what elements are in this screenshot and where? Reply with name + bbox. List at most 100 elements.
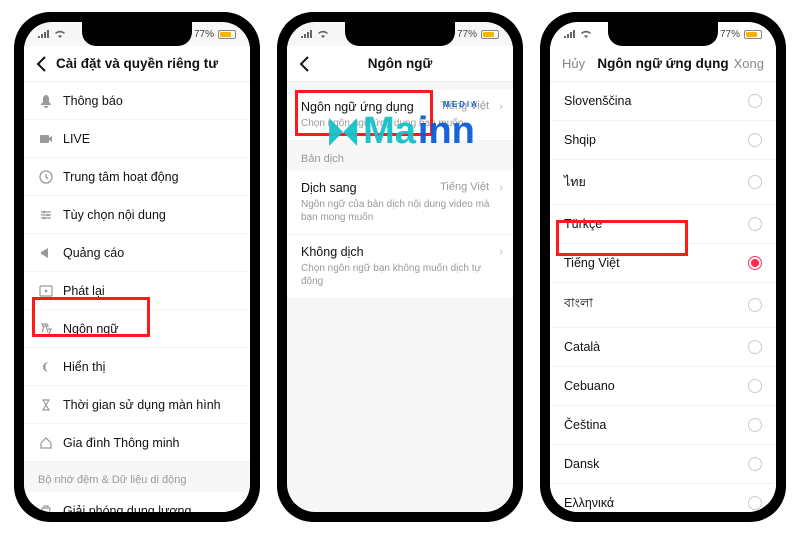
row-value: Tiếng Việt [440,100,489,112]
row-live[interactable]: LIVE [24,120,250,158]
page-title: Cài đặt và quyền riêng tư [56,56,218,71]
trash-icon [38,503,53,512]
sliders-icon [38,207,53,222]
row-desc: Chọn ngôn ngữ bạn không muốn dịch tự độn… [301,262,499,288]
chevron-right-icon: › [499,101,503,113]
screen-3: 77% Hủy Ngôn ngữ ứng dụng Xong Slovenšči… [550,22,776,512]
chevron-left-icon [299,56,309,72]
lang-name: Cebuano [564,379,615,393]
row-label: Giải phóng dung lượng [63,504,236,513]
radio-icon [748,217,762,231]
lang-option[interactable]: Türkçe [550,205,776,244]
lang-option[interactable]: Dansk [550,445,776,484]
cancel-button[interactable]: Hủy [562,56,585,71]
radio-icon [748,457,762,471]
row-label: Quảng cáo [63,246,236,260]
chevron-right-icon: › [499,246,503,258]
language-list: Slovenščina Shqip ไทย Türkçe Tiếng Việt … [550,82,776,512]
row-notifications[interactable]: Thông báo [24,82,250,120]
row-desc: Chọn ngôn ngữ ứng dụng bạn muốn [301,117,499,130]
row-label: Hiển thị [63,360,236,374]
moon-icon [38,359,53,374]
settings-list: Thông báo LIVE Trung tâm hoạt động Tùy c… [24,82,250,462]
battery-icon [218,30,236,39]
row-display[interactable]: Hiển thị [24,348,250,386]
lang-option[interactable]: Català [550,328,776,367]
row-label: Thời gian sử dụng màn hình [63,398,236,412]
row-activity-center[interactable]: Trung tâm hoạt động [24,158,250,196]
lang-option[interactable]: বাংলা [550,283,776,328]
lang-option[interactable]: Slovenščina [550,82,776,121]
signal-icon [301,30,313,39]
row-playback[interactable]: Phát lại [24,272,250,310]
header-3: Hủy Ngôn ngữ ứng dụng Xong [550,46,776,82]
section-cache-label: Bộ nhớ đệm & Dữ liệu di động [24,462,250,492]
done-button[interactable]: Xong [734,56,764,71]
section-translate-label: Bản dịch [287,141,513,171]
phone-frame-2: 77% Ngôn ngữ Ngôn ngữ ứng dụng Chọn ngôn… [277,12,523,522]
row-label: LIVE [63,132,236,146]
row-content-prefs[interactable]: Tùy chọn nội dung [24,196,250,234]
radio-icon [748,133,762,147]
lang-option[interactable]: ไทย [550,160,776,205]
lang-name: বাংলা [564,295,593,315]
row-label: Trung tâm hoạt động [63,170,236,184]
lang-name: Ελληνικά [564,496,614,510]
row-translate-to[interactable]: Dịch sang Ngôn ngữ của bản dịch nội dung… [287,171,513,235]
lang-name: Dansk [564,457,599,471]
lang-name: Shqip [564,133,596,147]
screen-2: 77% Ngôn ngữ Ngôn ngữ ứng dụng Chọn ngôn… [287,22,513,512]
row-no-translate[interactable]: Không dịch Chọn ngôn ngữ bạn không muốn … [287,235,513,299]
row-family-pairing[interactable]: Gia đình Thông minh [24,424,250,462]
lang-option[interactable]: Cebuano [550,367,776,406]
row-screen-time[interactable]: Thời gian sử dụng màn hình [24,386,250,424]
lang-name: Čeština [564,418,606,432]
lang-option[interactable]: Čeština [550,406,776,445]
lang-name: Slovenščina [564,94,631,108]
lang-name: Türkçe [564,217,602,231]
page-title: Ngôn ngữ [368,56,433,71]
wifi-icon [317,30,329,39]
radio-icon [748,94,762,108]
wifi-icon [580,30,592,39]
lang-option-selected[interactable]: Tiếng Việt [550,244,776,283]
page-title: Ngôn ngữ ứng dụng [597,56,728,71]
row-free-space[interactable]: Giải phóng dung lượng [24,492,250,512]
signal-icon [564,30,576,39]
video-icon [38,131,53,146]
screen-1: 77% Cài đặt và quyền riêng tư Thông báo … [24,22,250,512]
row-desc: Ngôn ngữ của bản dịch nội dung video mà … [301,198,499,224]
row-language[interactable]: Ngôn ngữ [24,310,250,348]
phone-frame-3: 77% Hủy Ngôn ngữ ứng dụng Xong Slovenšči… [540,12,786,522]
radio-icon [748,340,762,354]
row-value: Tiếng Việt [440,181,489,193]
back-button[interactable] [36,56,46,72]
row-label: Tùy chọn nội dung [63,208,236,222]
battery-icon [481,30,499,39]
row-app-language[interactable]: Ngôn ngữ ứng dụng Chọn ngôn ngữ ứng dụng… [287,90,513,141]
home-icon [38,435,53,450]
lang-option[interactable]: Ελληνικά [550,484,776,512]
play-icon [38,283,53,298]
radio-selected-icon [748,256,762,270]
lang-name: Català [564,340,600,354]
notch [82,22,192,46]
row-ads[interactable]: Quảng cáo [24,234,250,272]
radio-icon [748,175,762,189]
cache-list: Giải phóng dung lượng Trình Tiết kiệm Dữ… [24,492,250,512]
row-title: Không dịch [301,245,499,259]
battery-text: 77% [194,29,214,40]
phone-frame-1: 77% Cài đặt và quyền riêng tư Thông báo … [14,12,260,522]
radio-icon [748,298,762,312]
lang-name: Tiếng Việt [564,256,620,270]
chevron-right-icon: › [499,182,503,194]
language-icon [38,321,53,336]
battery-text: 77% [457,29,477,40]
row-label: Phát lại [63,284,236,298]
back-button[interactable] [299,56,309,72]
lang-name: ไทย [564,172,586,192]
radio-icon [748,379,762,393]
clock-icon [38,169,53,184]
lang-option[interactable]: Shqip [550,121,776,160]
wifi-icon [54,30,66,39]
